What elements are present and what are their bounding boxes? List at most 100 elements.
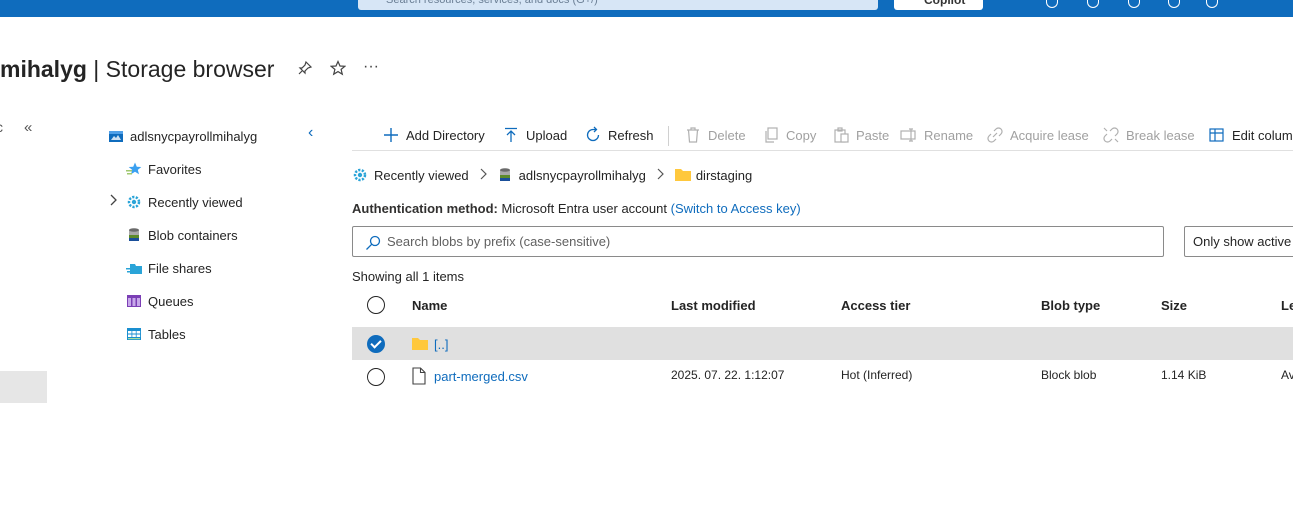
feedback-icon[interactable] [1206, 0, 1218, 8]
folder-icon [411, 336, 429, 355]
storage-account-icon [108, 128, 124, 144]
notifications-icon[interactable] [1087, 0, 1099, 8]
star-icon[interactable] [329, 60, 347, 81]
search-icon [365, 235, 381, 250]
column-header-lease[interactable]: Le [1281, 298, 1293, 313]
copy-label: Copy [786, 127, 817, 143]
breadcrumb: Recently viewed adlsnycpayrollmihalyg di… [352, 166, 752, 184]
row-name-link[interactable]: [..] [434, 337, 448, 352]
edit-columns-button[interactable]: Edit columns [1208, 126, 1293, 144]
tree-item-queues[interactable]: Queues [126, 290, 194, 312]
tree-item-label: Favorites [148, 161, 202, 177]
tree-root-label: adlsnycpayrollmihalyg [130, 128, 258, 144]
tree-item-label: Blob containers [148, 227, 238, 243]
row-blob-type: Block blob [1041, 368, 1097, 382]
auth-method-label: Authentication method: [352, 201, 498, 216]
column-header-access-tier[interactable]: Access tier [841, 298, 910, 313]
command-bar: Add Directory Upload Refresh Delete Copy… [352, 120, 1293, 151]
add-directory-button[interactable]: Add Directory [382, 126, 485, 144]
tree-collapse-icon[interactable]: ‹ [308, 124, 313, 142]
tree-item-blob-containers[interactable]: Blob containers [126, 224, 238, 246]
chevron-right-icon [656, 167, 664, 183]
edit-columns-icon [1208, 126, 1226, 144]
break-lease-button[interactable]: Break lease [1102, 126, 1195, 144]
select-all-radio[interactable] [367, 296, 385, 314]
row-select-radio[interactable] [367, 335, 385, 353]
switch-to-access-key-link[interactable]: (Switch to Access key) [671, 201, 801, 216]
pin-icon[interactable] [297, 60, 313, 81]
copy-icon [762, 126, 780, 144]
tree-root-account[interactable]: adlsnycpayrollmihalyg [108, 125, 257, 147]
favorites-icon [126, 161, 142, 177]
collapse-menu-icon[interactable]: « [24, 119, 32, 136]
edit-columns-label: Edit columns [1232, 127, 1293, 143]
row-access-tier: Hot (Inferred) [841, 368, 913, 382]
tree-item-label: Recently viewed [148, 194, 243, 210]
tree-item-label: Queues [148, 293, 194, 309]
upload-label: Upload [526, 127, 568, 143]
queues-icon [126, 293, 142, 309]
copy-button[interactable]: Copy [762, 126, 816, 144]
row-lease-state: Av [1281, 368, 1293, 382]
column-header-size[interactable]: Size [1161, 298, 1187, 313]
row-select-radio[interactable] [367, 368, 385, 386]
left-panel-edge-icon: c [0, 119, 3, 135]
help-icon[interactable] [1168, 0, 1180, 8]
rename-label: Rename [924, 127, 974, 143]
tree-item-file-shares[interactable]: File shares [126, 257, 212, 279]
acquire-lease-button[interactable]: Acquire lease [986, 126, 1089, 144]
row-size: 1.14 KiB [1161, 368, 1207, 382]
left-nav-selected-item[interactable] [0, 371, 47, 403]
tree-item-favorites[interactable]: Favorites [126, 158, 201, 180]
page-title-resource: mihalyg [0, 56, 87, 82]
delete-button[interactable]: Delete [684, 126, 746, 144]
auth-method-value: Microsoft Entra user account [501, 201, 667, 216]
page-title-blade: | Storage browser [86, 56, 275, 82]
paste-label: Paste [856, 127, 890, 143]
paste-button[interactable]: Paste [832, 126, 889, 144]
refresh-icon [584, 126, 602, 144]
folder-icon [674, 167, 691, 183]
paste-icon [832, 126, 850, 144]
settings-icon[interactable] [1128, 0, 1140, 8]
blob-search-input[interactable]: Search blobs by prefix (case-sensitive) [352, 226, 1164, 257]
breadcrumb-item[interactable]: Recently viewed [374, 168, 469, 183]
rename-button[interactable]: Rename [900, 126, 973, 144]
chevron-right-icon[interactable] [108, 194, 118, 209]
add-directory-label: Add Directory [406, 127, 485, 143]
refresh-button[interactable]: Refresh [584, 126, 654, 144]
row-name-link[interactable]: part-merged.csv [434, 369, 528, 384]
table-row[interactable]: [..] [352, 327, 1293, 360]
breadcrumb-item[interactable]: dirstaging [696, 168, 752, 183]
column-header-last-modified[interactable]: Last modified [671, 298, 756, 313]
broken-link-icon [1102, 126, 1120, 144]
cloud-shell-icon[interactable] [1046, 0, 1058, 8]
tree-item-recently-viewed[interactable]: Recently viewed [126, 191, 243, 213]
more-icon[interactable]: ··· [363, 58, 379, 76]
chevron-right-icon [479, 167, 487, 183]
page-title: mihalyg | Storage browser [0, 55, 274, 83]
column-header-name[interactable]: Name [412, 298, 447, 313]
delete-label: Delete [708, 127, 746, 143]
rename-icon [900, 126, 918, 144]
upload-button[interactable]: Upload [502, 126, 567, 144]
recently-viewed-icon [352, 167, 368, 183]
copilot-button[interactable]: Copilot [894, 0, 983, 10]
break-lease-label: Break lease [1126, 127, 1195, 143]
trash-icon [684, 126, 702, 144]
tree-item-label: Tables [148, 326, 186, 342]
column-header-blob-type[interactable]: Blob type [1041, 298, 1100, 313]
breadcrumb-item[interactable]: adlsnycpayrollmihalyg [519, 168, 646, 183]
top-bar: Search resources, services, and docs (G+… [0, 0, 1293, 17]
file-shares-icon [126, 260, 142, 276]
tree-item-tables[interactable]: Tables [126, 323, 186, 345]
toolbar-divider [668, 126, 669, 146]
refresh-label: Refresh [608, 127, 654, 143]
row-last-modified: 2025. 07. 22. 1:12:07 [671, 368, 785, 382]
global-search-input[interactable]: Search resources, services, and docs (G+… [358, 0, 878, 10]
active-blobs-filter-dropdown[interactable]: Only show active blobs [1184, 226, 1293, 257]
file-icon [412, 367, 426, 388]
plus-icon [382, 126, 400, 144]
storage-container-icon [497, 167, 513, 183]
table-row[interactable]: part-merged.csv 2025. 07. 22. 1:12:07 Ho… [352, 360, 1293, 393]
